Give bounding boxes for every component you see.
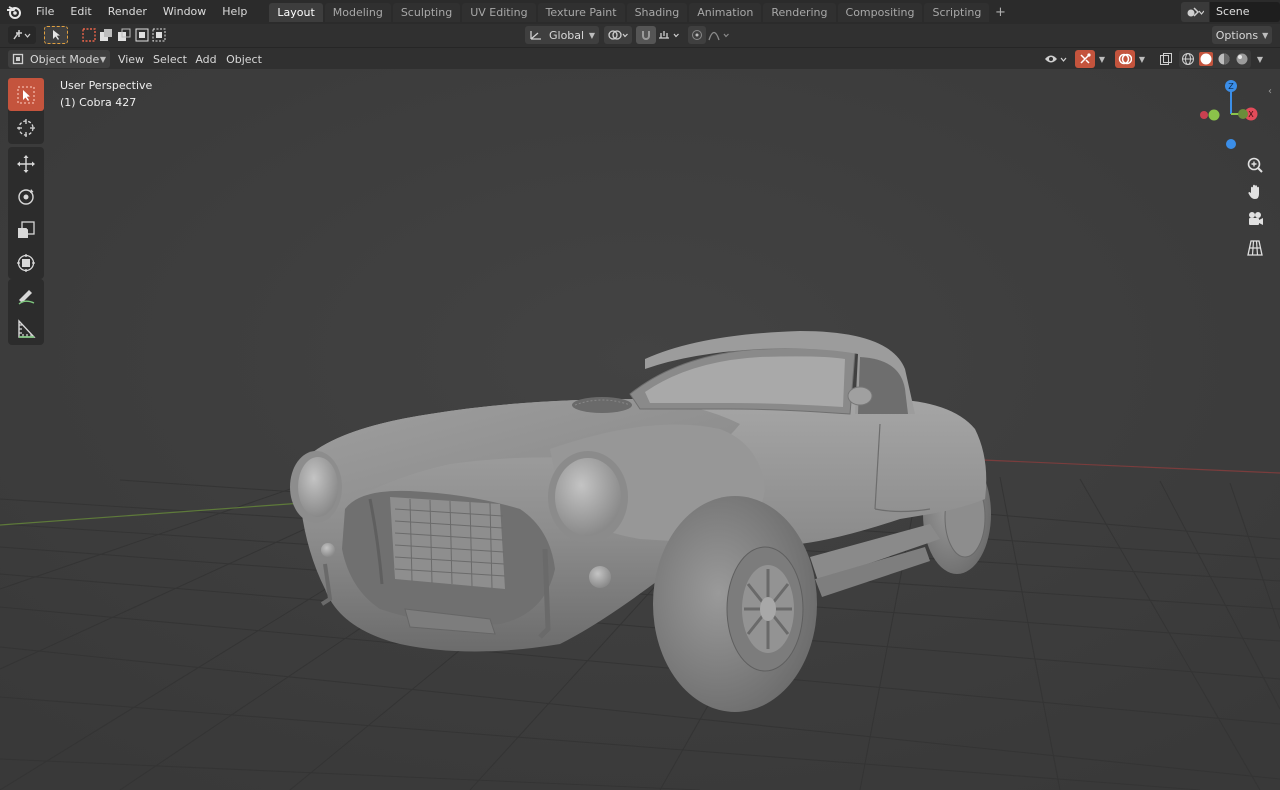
orientation-label: Global: [549, 28, 585, 42]
wireframe-shading-icon[interactable]: [1181, 52, 1195, 66]
invert-selection-icon[interactable]: [135, 28, 149, 42]
orientation-icon: [530, 31, 541, 40]
add-workspace-button[interactable]: +: [991, 5, 1009, 20]
scene-name-field[interactable]: Scene: [1210, 2, 1280, 22]
extend-selection-icon[interactable]: [99, 28, 113, 42]
subtract-selection-icon[interactable]: [117, 28, 131, 42]
material-preview-icon[interactable]: [1217, 52, 1231, 66]
snap-target-dropdown[interactable]: [657, 26, 683, 44]
menu-edit[interactable]: Edit: [62, 0, 99, 24]
mode-dropdown[interactable]: Object Mode ▼: [8, 50, 110, 68]
view-menu[interactable]: View: [115, 50, 147, 68]
zoom-view-icon[interactable]: [1242, 152, 1268, 178]
tab-texture-paint[interactable]: Texture Paint: [537, 2, 625, 22]
camera-view-icon[interactable]: [1242, 206, 1268, 232]
menu-file[interactable]: File: [28, 0, 62, 24]
chevron-down-icon: ▼: [1262, 30, 1269, 40]
workspace-tabs: Layout Modeling Sculpting UV Editing Tex…: [269, 2, 1009, 22]
tab-uv-editing[interactable]: UV Editing: [462, 2, 536, 22]
tool-header: Global ▼ Options ▼: [0, 24, 1280, 47]
selection-mode-group: [80, 26, 168, 44]
chevron-down-icon: ▼: [99, 54, 106, 64]
neg-x-axis-handle[interactable]: [1200, 111, 1208, 119]
rotate-tool-icon[interactable]: [8, 180, 44, 213]
xray-toggle-icon[interactable]: [1157, 50, 1175, 68]
top-bar: File Edit Render Window Help Layout Mode…: [0, 0, 1280, 24]
z-axis-label: Z: [1228, 82, 1234, 91]
shading-dropdown-chevron-icon[interactable]: ▼: [1253, 50, 1267, 68]
select-menu[interactable]: Select: [151, 50, 189, 68]
move-tool-icon[interactable]: [8, 147, 44, 180]
neg-z-axis-handle[interactable]: [1226, 139, 1236, 149]
tab-layout[interactable]: Layout: [269, 2, 323, 22]
tab-shading[interactable]: Shading: [626, 2, 688, 22]
menu-window[interactable]: Window: [155, 0, 214, 24]
navigation-gizmo[interactable]: Z X: [1198, 77, 1268, 157]
measure-tool-icon[interactable]: [8, 312, 44, 345]
overlays-dropdown-chevron-icon[interactable]: ▼: [1135, 50, 1149, 68]
editor-type-button[interactable]: [8, 26, 36, 44]
gizmo-toggle-icon[interactable]: [1075, 50, 1095, 68]
proportional-editing-icon[interactable]: [688, 26, 706, 44]
falloff-dropdown[interactable]: [707, 26, 733, 44]
options-label: Options: [1215, 28, 1259, 42]
tab-rendering[interactable]: Rendering: [763, 2, 836, 22]
solid-shading-icon[interactable]: [1199, 52, 1213, 66]
gizmo-dropdown-chevron-icon[interactable]: ▼: [1095, 50, 1109, 68]
object-menu[interactable]: Object: [223, 50, 265, 68]
select-tool-icon[interactable]: [44, 26, 68, 44]
tab-scripting[interactable]: Scripting: [924, 2, 990, 22]
new-selection-icon[interactable]: [82, 28, 96, 42]
select-box-tool-icon[interactable]: [8, 78, 44, 111]
neg-y-axis-handle[interactable]: [1208, 109, 1220, 121]
object-mode-icon: [12, 53, 24, 65]
scale-tool-icon[interactable]: [8, 213, 44, 246]
x-axis-label: X: [1248, 110, 1254, 119]
sidebar-expand-chevron-icon[interactable]: ‹: [1268, 86, 1272, 97]
viewport-perspective-label: User Perspective: [60, 79, 153, 92]
overlays-toggle-icon[interactable]: [1115, 50, 1135, 68]
tab-animation[interactable]: Animation: [689, 2, 762, 22]
add-menu[interactable]: Add: [193, 50, 219, 68]
viewport-header: Object Mode ▼ View Select Add Object ▼ ▼…: [0, 47, 1280, 69]
pan-view-icon[interactable]: [1242, 179, 1268, 205]
transform-tool-icon[interactable]: [8, 246, 44, 279]
y-axis-handle[interactable]: [1238, 109, 1248, 119]
3d-viewport[interactable]: User Perspective (1) Cobra 427 Z X ‹: [0, 69, 1280, 790]
tab-compositing[interactable]: Compositing: [837, 2, 923, 22]
tab-modeling[interactable]: Modeling: [324, 2, 391, 22]
cursor-tool-icon[interactable]: [8, 111, 44, 144]
floor-grid: [0, 69, 1280, 790]
toolbar-select-group: [8, 78, 44, 144]
blender-logo-icon[interactable]: [0, 0, 28, 24]
tab-sculpting[interactable]: Sculpting: [392, 2, 461, 22]
toolbar-annotate-group: [8, 279, 44, 345]
rendered-shading-icon[interactable]: [1235, 52, 1249, 66]
snap-toggle-icon[interactable]: [636, 26, 656, 44]
intersect-selection-icon[interactable]: [152, 28, 166, 42]
scene-browse-icon[interactable]: [1181, 2, 1209, 22]
pivot-point-dropdown[interactable]: [604, 26, 632, 44]
ortho-toggle-icon[interactable]: [1242, 235, 1268, 261]
menu-render[interactable]: Render: [100, 0, 155, 24]
scene-selector: Scene: [1181, 2, 1280, 22]
toolbar-transform-group: [8, 147, 44, 279]
mode-label: Object Mode: [30, 52, 100, 66]
visibility-dropdown[interactable]: [1042, 50, 1072, 68]
menu-help[interactable]: Help: [214, 0, 255, 24]
transform-orientation-dropdown[interactable]: Global ▼: [525, 26, 599, 44]
active-object-label: (1) Cobra 427: [60, 96, 137, 109]
chevron-down-icon: ▼: [588, 30, 595, 40]
shading-mode-group: [1179, 50, 1251, 68]
options-dropdown[interactable]: Options ▼: [1212, 26, 1272, 44]
annotate-tool-icon[interactable]: [8, 279, 44, 312]
